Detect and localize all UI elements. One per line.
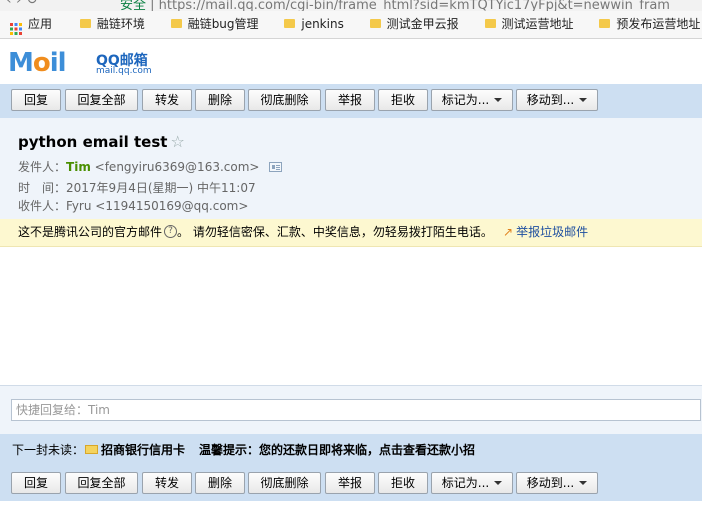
report-icon: ↗ (503, 225, 514, 239)
mail-toolbar-top: 回复 回复全部 转发 删除 彻底删除 举报 拒收 标记为... 移动到... (0, 84, 702, 118)
bookmark-item[interactable]: 预发布运营地址 (599, 11, 700, 38)
folder-icon (79, 19, 91, 28)
url-value: https://mail.qq.com/cgi-bin/frame_html?s… (158, 0, 670, 11)
report-spam-label: 举报垃圾邮件 (516, 225, 589, 239)
mark-as-label: 标记为... (441, 93, 490, 107)
folder-icon (284, 19, 296, 28)
reply-all-button[interactable]: 回复全部 (65, 89, 138, 111)
move-to-dropdown[interactable]: 移动到... (516, 472, 598, 494)
chevron-down-icon (494, 480, 503, 485)
quick-reply-area (0, 385, 702, 434)
reply-all-button[interactable]: 回复全部 (65, 472, 138, 494)
quick-reply-input[interactable] (11, 399, 701, 421)
mark-as-dropdown[interactable]: 标记为... (431, 89, 513, 111)
time-row: 时 间：2017年9月4日(星期一) 中午11:07 (18, 179, 256, 196)
from-label: 发件人： (18, 160, 67, 174)
bookmark-item[interactable]: 测试金甲云报 (369, 11, 459, 38)
move-to-dropdown[interactable]: 移动到... (516, 89, 598, 111)
recipient[interactable]: Fyru <1194150169@qq.com> (66, 199, 248, 213)
chevron-down-icon (579, 480, 588, 485)
next-unread-link[interactable]: 招商银行信用卡 温馨提示：您的还款日即将来临，点击查看还款小招 (85, 434, 475, 467)
bookmark-item[interactable]: 测试运营地址 (484, 11, 574, 38)
sender-name[interactable]: Tim (66, 160, 91, 174)
mark-as-dropdown[interactable]: 标记为... (431, 472, 513, 494)
next-mail-title: 招商银行信用卡 (101, 443, 186, 457)
mail-body (0, 247, 702, 385)
bookmark-label: 融链环境 (96, 17, 145, 31)
time-value: 2017年9月4日(星期一) 中午11:07 (66, 181, 256, 195)
folder-icon (369, 19, 381, 28)
secure-label: 安全 (120, 0, 147, 11)
bookmark-label: 测试金甲云报 (386, 17, 459, 31)
bookmark-apps[interactable]: 应用 (10, 11, 52, 38)
logo-letter-m: M (8, 48, 34, 78)
report-spam-link[interactable]: ↗ 举报垃圾邮件 (503, 219, 588, 246)
folder-icon (484, 19, 496, 28)
logo-letter-o: o (32, 48, 51, 78)
delete-button[interactable]: 删除 (195, 472, 245, 494)
mail-toolbar-bottom: 回复 回复全部 转发 删除 彻底删除 举报 拒收 标记为... 移动到... (0, 467, 702, 501)
forward-button[interactable]: 转发 (142, 89, 192, 111)
folder-icon (599, 19, 611, 28)
bookmark-label: 测试运营地址 (501, 17, 574, 31)
mark-as-label: 标记为... (441, 476, 490, 490)
logo-domain: mail.qq.com (96, 66, 152, 76)
bookmarks-bar: 应用 融链环境 融链bug管理 jenkins 测试金甲云报 测试运营地址 预发… (0, 11, 702, 39)
apps-icon (10, 18, 22, 35)
reply-button[interactable]: 回复 (11, 472, 61, 494)
reject-button[interactable]: 拒收 (378, 472, 428, 494)
bookmark-label: 应用 (28, 17, 53, 31)
logo-letters-il: il (49, 48, 67, 78)
move-to-label: 移动到... (526, 476, 575, 490)
help-icon[interactable]: ? (164, 225, 178, 238)
mail-subject: python email test ☆ (18, 132, 185, 151)
move-to-label: 移动到... (526, 93, 575, 107)
next-mail-tip: 温馨提示：您的还款日即将来临，点击查看还款小招 (199, 443, 476, 457)
next-unread-bar: 下一封未读： 招商银行信用卡 温馨提示：您的还款日即将来临，点击查看还款小招 (0, 434, 702, 467)
logo-wordmark: Moil (8, 48, 67, 78)
warning-text-b: 。 请勿轻信密保、汇款、中奖信息，勿轻易拨打陌生电话。 (177, 225, 493, 239)
forward-button[interactable]: 转发 (142, 472, 192, 494)
envelope-icon (85, 445, 98, 454)
address-bar[interactable]: ‹ › ↻ 安全 | https://mail.qq.com/cgi-bin/f… (0, 0, 702, 11)
bookmark-label: 融链bug管理 (187, 17, 259, 31)
to-label: 收件人： (18, 199, 67, 213)
delete-permanent-button[interactable]: 彻底删除 (248, 472, 321, 494)
delete-button[interactable]: 删除 (195, 89, 245, 111)
bookmark-label: jenkins (301, 17, 344, 31)
sender-email[interactable]: <fengyiru6369@163.com> (95, 160, 260, 174)
delete-permanent-button[interactable]: 彻底删除 (248, 89, 321, 111)
report-button[interactable]: 举报 (325, 89, 375, 111)
warning-text: 这不是腾讯公司的官方邮件?。 请勿轻信密保、汇款、中奖信息，勿轻易拨打陌生电话。 (18, 219, 493, 246)
bookmark-item[interactable]: 融链bug管理 (170, 11, 259, 38)
security-warning-bar: 这不是腾讯公司的官方邮件?。 请勿轻信密保、汇款、中奖信息，勿轻易拨打陌生电话。… (0, 219, 702, 247)
next-unread-label: 下一封未读： (12, 443, 85, 457)
to-row: 收件人：Fyru <1194150169@qq.com> (18, 197, 248, 214)
chevron-down-icon (579, 97, 588, 102)
contact-card-icon[interactable] (269, 161, 283, 172)
folder-icon (170, 19, 182, 28)
subject-text: python email test (18, 133, 168, 151)
nav-icons[interactable]: ‹ › ↻ (6, 0, 38, 8)
bookmark-label: 预发布运营地址 (616, 17, 701, 31)
report-button[interactable]: 举报 (325, 472, 375, 494)
bookmark-item[interactable]: jenkins (284, 11, 344, 38)
reject-button[interactable]: 拒收 (378, 89, 428, 111)
bookmark-item[interactable]: 融链环境 (79, 11, 145, 38)
mail-header: python email test ☆ 发件人：Tim <fengyiru6369… (0, 118, 702, 219)
from-row: 发件人：Tim <fengyiru6369@163.com> (18, 158, 283, 175)
url-text: 安全 | https://mail.qq.com/cgi-bin/frame_h… (120, 0, 670, 11)
warning-text-a: 这不是腾讯公司的官方邮件 (18, 225, 163, 239)
star-icon[interactable]: ☆ (170, 132, 184, 151)
reply-button[interactable]: 回复 (11, 89, 61, 111)
time-label: 时 间： (18, 181, 67, 195)
chevron-down-icon (494, 97, 503, 102)
